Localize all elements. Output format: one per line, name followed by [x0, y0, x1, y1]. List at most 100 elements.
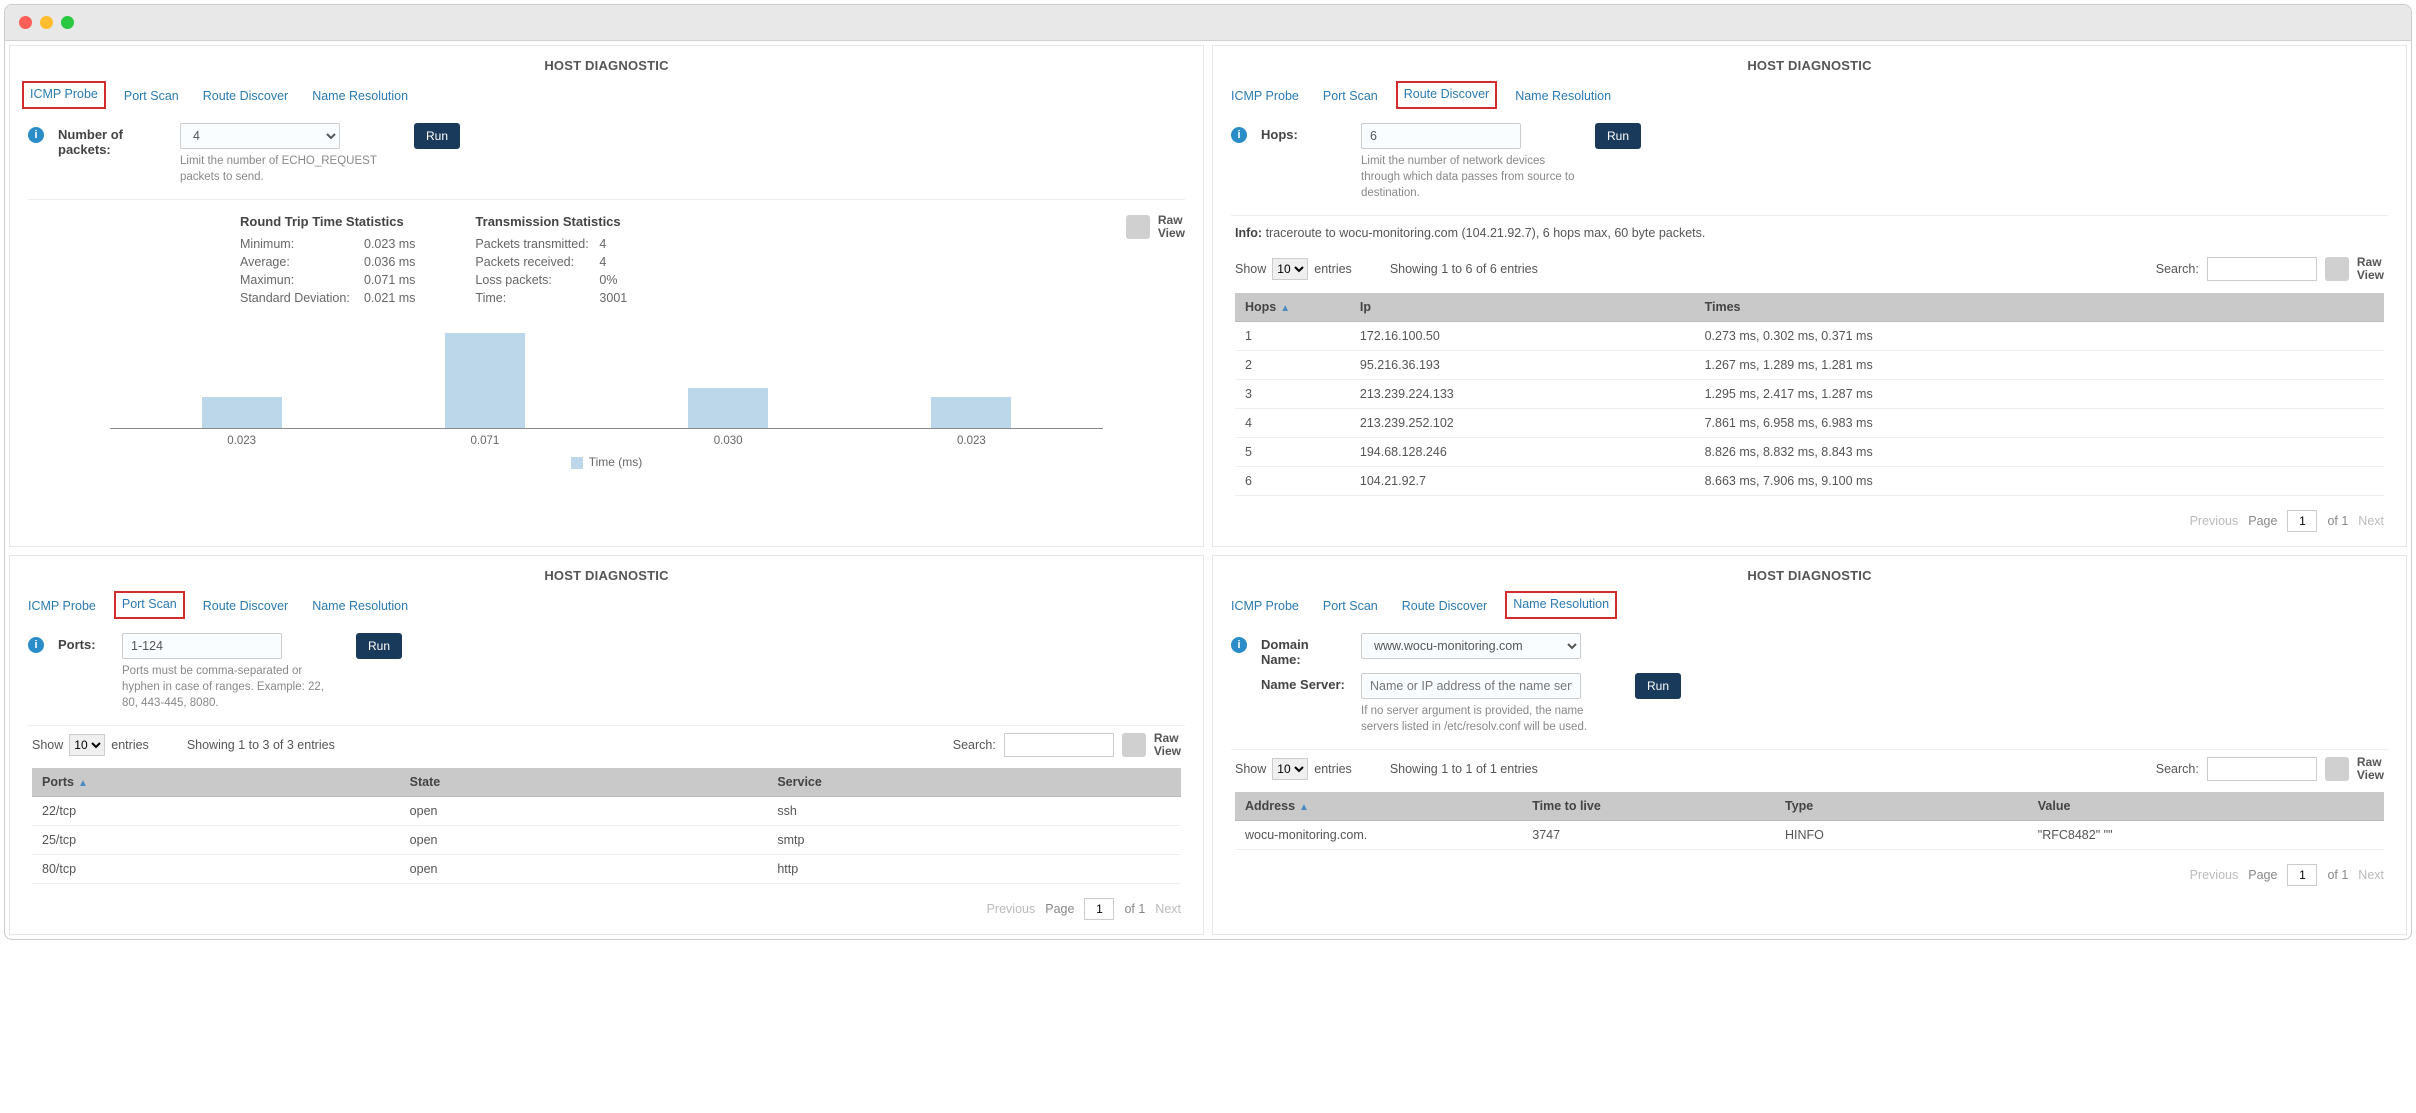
- info-icon[interactable]: i: [1231, 637, 1247, 653]
- sort-asc-icon: ▲: [1280, 303, 1290, 314]
- chart-bar: [688, 388, 768, 428]
- table-row: 3213.239.224.1331.295 ms, 2.417 ms, 1.28…: [1235, 379, 2384, 408]
- chart-x-label: 0.023: [957, 435, 986, 447]
- panel-title: HOST DIAGNOSTIC: [10, 46, 1203, 83]
- domain-select[interactable]: www.wocu-monitoring.com: [1361, 633, 1581, 659]
- tab-icmp-probe[interactable]: ICMP Probe: [1231, 593, 1299, 619]
- maximize-icon[interactable]: [61, 16, 74, 29]
- info-icon[interactable]: i: [28, 127, 44, 143]
- raw-view-toggle[interactable]: RawView: [1122, 732, 1181, 758]
- page-input[interactable]: [1084, 898, 1114, 920]
- run-button[interactable]: Run: [1595, 123, 1641, 149]
- nameres-table: Address▲ Time to live Type Value wocu-mo…: [1235, 792, 2384, 850]
- tab-port-scan[interactable]: Port Scan: [124, 83, 179, 109]
- portscan-table: Ports▲ State Service 22/tcpopenssh25/tcp…: [32, 768, 1181, 884]
- toggle-switch-icon[interactable]: [1122, 733, 1146, 757]
- packets-select[interactable]: 4: [180, 123, 340, 149]
- prev-button[interactable]: Previous: [2190, 868, 2239, 882]
- tab-name-resolution[interactable]: Name Resolution: [312, 593, 408, 619]
- col-address[interactable]: Address▲: [1235, 792, 1522, 821]
- ns-input[interactable]: [1361, 673, 1581, 699]
- search-input[interactable]: [2207, 757, 2317, 781]
- ns-help: If no server argument is provided, the n…: [1361, 703, 1621, 735]
- hops-input[interactable]: [1361, 123, 1521, 149]
- entries-select[interactable]: 10: [69, 734, 105, 756]
- run-button[interactable]: Run: [1635, 673, 1681, 699]
- raw-view-toggle[interactable]: RawView: [2325, 256, 2384, 282]
- col-type[interactable]: Type: [1775, 792, 2028, 821]
- icmp-stats: Round Trip Time Statistics Minimum:0.023…: [10, 200, 1203, 319]
- toggle-switch-icon[interactable]: [2325, 257, 2349, 281]
- chart-bar: [931, 397, 1011, 428]
- info-icon[interactable]: i: [28, 637, 44, 653]
- panel-title: HOST DIAGNOSTIC: [1213, 46, 2406, 83]
- tab-icmp-probe[interactable]: ICMP Probe: [28, 593, 96, 619]
- panel-route: HOST DIAGNOSTIC ICMP Probe Port Scan Rou…: [1212, 45, 2407, 547]
- col-hops[interactable]: Hops▲: [1235, 293, 1350, 322]
- tab-name-resolution[interactable]: Name Resolution: [312, 83, 408, 109]
- sort-asc-icon: ▲: [78, 778, 88, 789]
- next-button[interactable]: Next: [2358, 868, 2384, 882]
- table-row: wocu-monitoring.com.3747HINFO"RFC8482" "…: [1235, 821, 2384, 850]
- tab-route-discover[interactable]: Route Discover: [203, 83, 288, 109]
- search-input[interactable]: [2207, 257, 2317, 281]
- tab-port-scan[interactable]: Port Scan: [1323, 83, 1378, 109]
- tabs: ICMP Probe Port Scan Route Discover Name…: [1213, 593, 2406, 619]
- col-ttl[interactable]: Time to live: [1522, 792, 1775, 821]
- panel-portscan: HOST DIAGNOSTIC ICMP Probe Port Scan Rou…: [9, 555, 1204, 936]
- tab-name-resolution[interactable]: Name Resolution: [1515, 83, 1611, 109]
- ns-label: Name Server:: [1261, 673, 1347, 692]
- route-table-controls: Show 10 entries Showing 1 to 6 of 6 entr…: [1213, 250, 2406, 288]
- next-button[interactable]: Next: [1155, 902, 1181, 916]
- info-icon[interactable]: i: [1231, 127, 1247, 143]
- showing-text: Showing 1 to 3 of 3 entries: [187, 738, 335, 752]
- domain-label: Domain Name:: [1261, 633, 1347, 667]
- titlebar: [5, 5, 2411, 41]
- tab-icmp-probe[interactable]: ICMP Probe: [1231, 83, 1299, 109]
- table-row: 22/tcpopenssh: [32, 797, 1181, 826]
- page-input[interactable]: [2287, 510, 2317, 532]
- prev-button[interactable]: Previous: [2190, 514, 2239, 528]
- toggle-switch-icon[interactable]: [1126, 215, 1150, 239]
- col-ip[interactable]: Ip: [1350, 293, 1695, 322]
- col-state[interactable]: State: [400, 768, 768, 797]
- tab-name-resolution[interactable]: Name Resolution: [1505, 591, 1617, 619]
- minimize-icon[interactable]: [40, 16, 53, 29]
- panel-title: HOST DIAGNOSTIC: [10, 556, 1203, 593]
- run-button[interactable]: Run: [414, 123, 460, 149]
- tab-port-scan[interactable]: Port Scan: [114, 591, 185, 619]
- tab-route-discover[interactable]: Route Discover: [1396, 81, 1497, 109]
- table-row: 80/tcpopenhttp: [32, 855, 1181, 884]
- chart-x-label: 0.071: [470, 435, 499, 447]
- tab-route-discover[interactable]: Route Discover: [1402, 593, 1487, 619]
- packets-label: Number of packets:: [58, 123, 166, 157]
- col-value[interactable]: Value: [2028, 792, 2384, 821]
- tabs: ICMP Probe Port Scan Route Discover Name…: [1213, 83, 2406, 109]
- toggle-switch-icon[interactable]: [2325, 757, 2349, 781]
- page-input[interactable]: [2287, 864, 2317, 886]
- prev-button[interactable]: Previous: [987, 902, 1036, 916]
- col-service[interactable]: Service: [767, 768, 1181, 797]
- raw-view-toggle[interactable]: RawView: [1126, 214, 1185, 240]
- next-button[interactable]: Next: [2358, 514, 2384, 528]
- showing-text: Showing 1 to 6 of 6 entries: [1390, 262, 1538, 276]
- entries-select[interactable]: 10: [1272, 258, 1308, 280]
- icmp-chart: 0.0230.0710.0300.023 Time (ms): [10, 319, 1203, 483]
- search-input[interactable]: [1004, 733, 1114, 757]
- tab-icmp-probe[interactable]: ICMP Probe: [22, 81, 106, 109]
- ports-input[interactable]: [122, 633, 282, 659]
- run-button[interactable]: Run: [356, 633, 402, 659]
- table-row: 25/tcpopensmtp: [32, 826, 1181, 855]
- tab-port-scan[interactable]: Port Scan: [1323, 593, 1378, 619]
- raw-view-toggle[interactable]: RawView: [2325, 756, 2384, 782]
- tab-route-discover[interactable]: Route Discover: [203, 593, 288, 619]
- close-icon[interactable]: [19, 16, 32, 29]
- chart-legend: Time (ms): [110, 447, 1103, 469]
- col-times[interactable]: Times: [1695, 293, 2384, 322]
- domain-row: i Domain Name: www.wocu-monitoring.com: [1213, 619, 2406, 671]
- sort-asc-icon: ▲: [1299, 802, 1309, 813]
- table-row: 1172.16.100.500.273 ms, 0.302 ms, 0.371 …: [1235, 321, 2384, 350]
- entries-select[interactable]: 10: [1272, 758, 1308, 780]
- hops-label: Hops:: [1261, 123, 1347, 142]
- col-ports[interactable]: Ports▲: [32, 768, 400, 797]
